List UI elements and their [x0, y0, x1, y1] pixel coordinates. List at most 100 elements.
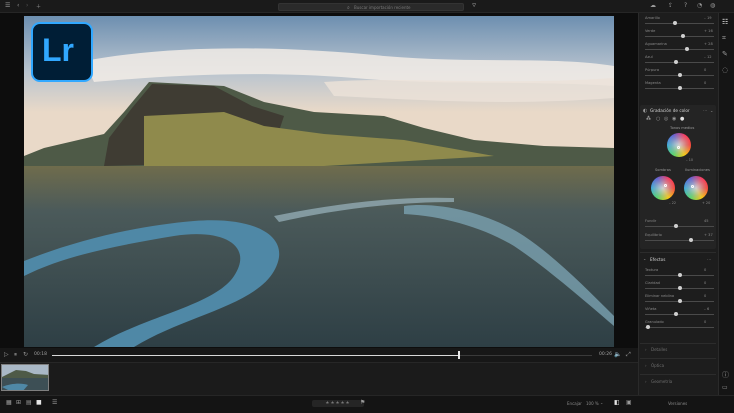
fullscreen-icon[interactable]: ⤢ — [626, 351, 631, 359]
slider-aguamarina-slider[interactable] — [645, 47, 714, 51]
effect-dehaze-slider[interactable] — [645, 299, 714, 303]
global-mode-icon[interactable]: ● — [680, 116, 684, 122]
slider-amarillo-value[interactable]: – 19 — [704, 16, 712, 20]
slider-amarillo-slider[interactable] — [645, 21, 714, 25]
sort-icon[interactable]: ☰ — [52, 399, 57, 406]
three-way-mode-icon[interactable]: ⁂ — [646, 116, 651, 122]
slider-purpura-value[interactable]: 0 — [704, 68, 706, 72]
effect-vignette-label: Viñeta — [645, 307, 657, 311]
timeline-progress[interactable] — [52, 355, 460, 356]
balance-slider[interactable] — [645, 238, 714, 242]
slider-verde-value[interactable]: + 16 — [704, 29, 713, 33]
slider-amarillo-slider-knob[interactable] — [672, 21, 677, 25]
chevron-down-icon[interactable]: ⌄ — [710, 108, 713, 113]
zoom-level[interactable]: 100 % — [586, 401, 599, 406]
effect-texture-value[interactable]: 0 — [704, 268, 706, 272]
section-optics[interactable]: Óptica — [651, 363, 664, 368]
pause-icon[interactable]: ⏸ — [14, 351, 17, 359]
search-input[interactable]: ⌕ Buscar importación reciente — [278, 3, 464, 11]
volume-icon[interactable]: 🔈 — [614, 351, 621, 358]
loop-icon[interactable]: ↻ — [23, 351, 28, 358]
highlights-color-wheel[interactable] — [684, 176, 708, 200]
share-icon[interactable]: ⇪ — [668, 2, 673, 9]
before-after-icon[interactable]: ▣ — [626, 399, 632, 406]
cloud-sync-icon[interactable]: ☁ — [650, 2, 656, 9]
chevron-right-icon[interactable]: › — [645, 363, 647, 368]
help-icon[interactable]: ? — [684, 2, 687, 9]
effect-grain-slider[interactable] — [645, 325, 714, 329]
slider-magenta-slider[interactable] — [645, 86, 714, 90]
slider-magenta-slider-knob[interactable] — [677, 86, 682, 90]
account-icon[interactable]: ◍ — [710, 2, 715, 9]
chevron-right-icon[interactable]: › — [645, 379, 647, 384]
comments-icon[interactable]: ▭ — [722, 384, 728, 391]
versions-button[interactable]: Versiones — [668, 401, 687, 406]
hamburger-icon[interactable]: ☰ — [5, 2, 10, 9]
chevron-down-icon[interactable]: ⌄ — [643, 256, 646, 261]
effect-clarity-slider-knob[interactable] — [677, 286, 682, 290]
masking-icon[interactable]: ◌ — [722, 66, 728, 74]
chevron-right-icon[interactable]: › — [645, 347, 647, 352]
landscape-image — [24, 16, 614, 347]
effect-vignette-value[interactable]: – 6 — [704, 307, 709, 311]
slider-azul-slider-knob[interactable] — [673, 60, 678, 64]
compare-view-icon[interactable]: ◧ — [614, 399, 620, 406]
info-icon[interactable]: ⓘ — [722, 370, 729, 380]
filmstrip-view-icon[interactable]: ▤ — [26, 399, 32, 406]
slider-purpura-slider-knob[interactable] — [677, 73, 682, 77]
midtones-mode-icon[interactable]: ◎ — [664, 116, 668, 122]
slider-aguamarina-value[interactable]: + 28 — [704, 42, 713, 46]
photo-grid-icon[interactable]: ▦ — [6, 399, 12, 406]
color-grading-title[interactable]: Gradación de color — [650, 108, 690, 113]
shadows-label: Sombras — [655, 168, 671, 172]
blend-value[interactable]: 45 — [704, 219, 709, 223]
filmstrip-thumbnail[interactable] — [1, 364, 49, 391]
effect-texture-slider-knob[interactable] — [677, 273, 682, 277]
timeline-remaining[interactable] — [460, 355, 592, 356]
effects-menu-icon[interactable]: ⋯ — [707, 257, 711, 262]
shadows-color-wheel[interactable] — [651, 176, 675, 200]
effect-dehaze-value[interactable]: 0 — [704, 294, 706, 298]
crop-icon[interactable]: ⌗ — [722, 34, 726, 43]
shadows-mode-icon[interactable]: ○ — [656, 116, 660, 122]
star-rating[interactable]: ★★★★★ — [312, 400, 364, 407]
square-grid-icon[interactable]: ⊞ — [16, 399, 21, 406]
slider-azul-value[interactable]: – 12 — [704, 55, 712, 59]
filmstrip — [0, 362, 638, 395]
effect-grain-value[interactable]: 0 — [704, 320, 706, 324]
notifications-icon[interactable]: ◔ — [697, 2, 702, 9]
slider-azul-slider[interactable] — [645, 60, 714, 64]
single-view-icon[interactable]: ■ — [36, 399, 42, 406]
fit-button[interactable]: Encajar — [567, 401, 582, 406]
filter-icon[interactable]: ⛛ — [472, 3, 476, 9]
healing-brush-icon[interactable]: ✎ — [722, 50, 728, 58]
slider-purpura-slider[interactable] — [645, 73, 714, 77]
effect-dehaze-slider-knob[interactable] — [677, 299, 682, 303]
slider-aguamarina-label: Aguamarina — [645, 42, 667, 46]
add-photos-icon[interactable]: ＋ — [36, 3, 41, 10]
forward-icon[interactable]: › — [26, 2, 28, 9]
effect-texture-slider[interactable] — [645, 273, 714, 277]
effect-clarity-slider[interactable] — [645, 286, 714, 290]
section-geometry[interactable]: Geometría — [651, 379, 672, 384]
divider — [640, 358, 716, 359]
effect-clarity-value[interactable]: 0 — [704, 281, 706, 285]
slider-verde-slider-knob[interactable] — [680, 34, 685, 38]
back-icon[interactable]: ‹ — [17, 2, 19, 9]
slider-magenta-value[interactable]: 0 — [704, 81, 706, 85]
edit-sliders-icon[interactable]: ☷ — [722, 18, 728, 26]
play-icon[interactable]: ▷ — [4, 351, 9, 358]
effect-vignette-slider[interactable] — [645, 312, 714, 316]
video-preview[interactable] — [24, 16, 614, 347]
color-grading-menu-icon[interactable]: ⋯ — [703, 108, 707, 113]
highlights-mode-icon[interactable]: ◉ — [672, 116, 676, 122]
slider-verde-slider[interactable] — [645, 34, 714, 38]
midtones-color-wheel[interactable] — [667, 133, 691, 157]
flag-icon[interactable]: ⚑ — [360, 399, 365, 406]
chevron-down-icon[interactable]: ⌄ — [600, 400, 603, 405]
effects-title[interactable]: Efectos — [650, 257, 665, 262]
blend-slider[interactable] — [645, 224, 714, 228]
thumbnail-image — [2, 365, 48, 390]
balance-value[interactable]: + 37 — [704, 233, 713, 237]
section-details[interactable]: Detalles — [651, 347, 667, 352]
